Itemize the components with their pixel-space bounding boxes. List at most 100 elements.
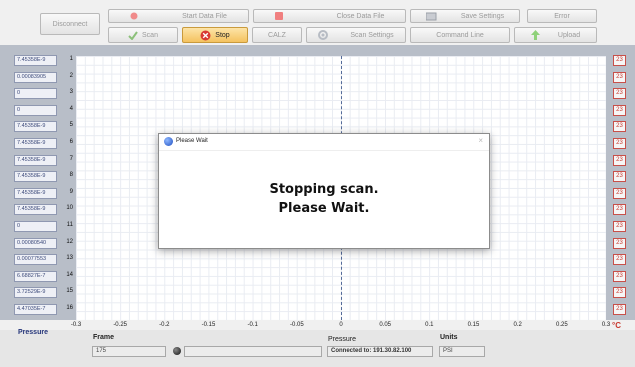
- temperature-value: 23: [613, 187, 626, 199]
- save-settings-icon: [425, 12, 437, 21]
- x-tick-label: -0.1: [247, 322, 258, 328]
- frame-field: 175: [92, 346, 166, 357]
- channel-value: 0: [14, 221, 57, 232]
- channel-number: 12: [66, 238, 73, 245]
- save-settings-label: Save Settings: [460, 12, 505, 20]
- calz-button[interactable]: CALZ: [252, 27, 302, 43]
- x-tick-label: 0.15: [467, 322, 480, 328]
- stop-square-icon: [274, 12, 283, 20]
- temperature-value: 23: [613, 104, 626, 116]
- temperature-value: 23: [613, 171, 626, 183]
- close-data-file-button[interactable]: Close Data File: [253, 9, 406, 23]
- disconnect-label: Disconnect: [52, 20, 88, 28]
- channel-value: 7.45358E-9: [14, 187, 57, 199]
- x-tick-label: -0.15: [201, 322, 216, 328]
- temperature-value: 23: [613, 221, 626, 232]
- x-tick-label: -0.25: [113, 322, 127, 328]
- scan-label: Scan: [142, 31, 158, 39]
- channel-value: 7.45358E-9: [14, 204, 57, 216]
- start-data-file-button[interactable]: Start Data File: [108, 9, 249, 23]
- channel-number: 16: [66, 305, 73, 311]
- stop-label: Stop: [215, 31, 230, 39]
- temperature-value: 23: [613, 270, 626, 282]
- dialog-line-1: Stopping scan.: [269, 182, 379, 197]
- channel-number: 7: [69, 155, 73, 162]
- x-tick-label: 0.3: [601, 322, 611, 328]
- save-settings-button[interactable]: Save Settings: [410, 9, 520, 23]
- x-tick-label: -0.3: [70, 322, 82, 328]
- temperature-value: 23: [613, 121, 626, 133]
- dialog-titlebar: Please Wait ×: [159, 134, 489, 151]
- record-icon: [130, 12, 138, 20]
- upload-arrow-icon: [530, 30, 540, 40]
- error-button[interactable]: Error: [527, 9, 597, 23]
- channel-value: 0.00080540: [14, 237, 57, 249]
- calz-label: CALZ: [268, 31, 286, 39]
- channel-number: 1: [69, 56, 73, 62]
- channel-value: 3.72529E-9: [14, 287, 57, 299]
- please-wait-dialog: Please Wait × Stopping scan. Please Wait…: [158, 133, 490, 249]
- upload-button[interactable]: Upload: [514, 27, 597, 43]
- scan-button[interactable]: Scan: [108, 27, 178, 43]
- channel-value: 7.45358E-9: [14, 154, 57, 166]
- stop-x-icon: [200, 30, 211, 41]
- stop-button[interactable]: Stop: [182, 27, 248, 43]
- units-field: PSI: [439, 346, 485, 357]
- channel-value: 0.00077553: [14, 254, 57, 266]
- channel-value: 7.45358E-9: [14, 138, 57, 149]
- progress-bar: [184, 346, 322, 357]
- channel-value: 7.45358E-9: [14, 121, 57, 133]
- error-label: Error: [554, 12, 570, 20]
- channel-value: 0: [14, 104, 57, 116]
- units-label: Units: [440, 334, 458, 341]
- pressure-field-label: Pressure: [328, 336, 357, 343]
- channel-number: 13: [66, 255, 73, 262]
- upload-label: Upload: [557, 31, 581, 39]
- checkmark-icon: [128, 30, 138, 40]
- dialog-title: Please Wait: [176, 138, 208, 144]
- disconnect-button[interactable]: Disconnect: [40, 13, 100, 35]
- gear-icon: [318, 30, 329, 40]
- scan-settings-label: Scan Settings: [350, 31, 394, 39]
- channel-value: 0: [14, 88, 57, 100]
- temperature-value: 23: [613, 138, 626, 149]
- app-globe-icon: [164, 137, 173, 146]
- temperature-value: 23: [613, 287, 626, 299]
- temperature-value: 23: [613, 304, 626, 315]
- frame-label: Frame: [93, 334, 115, 341]
- channel-number: 10: [66, 205, 73, 212]
- x-tick-label: -0.05: [289, 322, 304, 328]
- channel-value: 7.45358E-9: [14, 171, 57, 183]
- command-line-button[interactable]: Command Line: [410, 27, 510, 43]
- status-led-icon: [173, 347, 181, 355]
- channel-number: 11: [66, 222, 73, 228]
- channel-number: 14: [66, 271, 73, 278]
- pressure-label: Pressure: [18, 329, 48, 336]
- temperature-value: 23: [613, 154, 626, 166]
- temperature-value: 23: [613, 204, 626, 216]
- channel-value: 6.68827E-7: [14, 270, 57, 282]
- channel-value: 0.00083905: [14, 71, 57, 83]
- x-tick-label: 0.05: [379, 322, 391, 328]
- channel-number: 15: [66, 288, 73, 295]
- temperature-value: 23: [613, 88, 626, 100]
- channel-number: 3: [69, 89, 73, 96]
- close-data-file-label: Close Data File: [336, 12, 385, 20]
- x-tick-label: 0.1: [425, 322, 434, 328]
- connection-status: Connected to: 191.30.82.100: [327, 346, 433, 357]
- channel-number: 2: [69, 72, 73, 79]
- channel-number: 6: [69, 139, 73, 145]
- dialog-line-2: Please Wait.: [278, 201, 370, 216]
- close-icon[interactable]: ×: [478, 136, 483, 145]
- x-tick-label: 0: [339, 322, 343, 328]
- temperature-value: 23: [613, 71, 626, 83]
- channel-number: 4: [69, 105, 73, 112]
- dialog-message: Stopping scan. Please Wait.: [159, 180, 489, 218]
- channel-number: 5: [69, 122, 73, 129]
- start-data-file-label: Start Data File: [182, 12, 227, 20]
- x-tick-label: -0.2: [159, 322, 170, 328]
- scan-settings-button[interactable]: Scan Settings: [306, 27, 406, 43]
- channel-value: 4.47035E-7: [14, 304, 57, 315]
- channel-value: 7.45358E-9: [14, 55, 57, 66]
- temperature-value: 23: [613, 55, 626, 66]
